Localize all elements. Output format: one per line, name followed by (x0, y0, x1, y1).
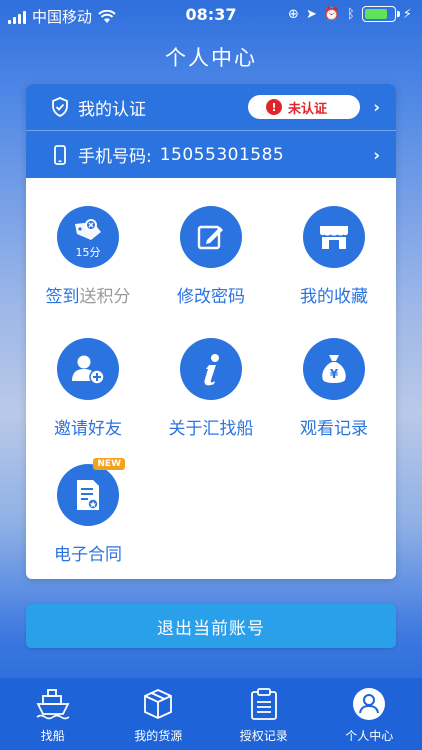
ship-icon (34, 685, 72, 723)
about-item[interactable]: 关于汇找船 (149, 338, 273, 439)
verification-row[interactable]: 我的认证 ! 未认证 › (26, 84, 396, 130)
status-right: ⊕ ➤ ⏰ ᛒ ⚡ (288, 6, 412, 22)
alarm-icon: ⏰ (323, 6, 341, 22)
contract-label: 电子合同 (54, 545, 122, 565)
battery-icon (361, 6, 400, 22)
invite-label: 邀请好友 (54, 419, 122, 439)
charging-icon: ⚡ (402, 6, 412, 22)
chevron-right-icon: › (373, 97, 380, 117)
user-icon (350, 685, 388, 723)
chevron-right-icon: › (373, 145, 380, 164)
contract-item[interactable]: NEW 电子合同 (26, 458, 150, 565)
new-tag: NEW (93, 458, 125, 470)
tab-label: 找船 (40, 729, 65, 743)
tab-label: 个人中心 (345, 729, 394, 743)
shield-icon (50, 97, 70, 117)
favorites-item[interactable]: 我的收藏 (272, 206, 396, 307)
ship-wheel-icon: 15分 (57, 206, 119, 268)
store-icon (303, 206, 365, 268)
add-user-icon (57, 338, 119, 400)
phone-row[interactable]: 手机号码: 15055301585 › (26, 130, 396, 178)
change-password-item[interactable]: 修改密码 (149, 206, 273, 307)
about-label: 关于汇找船 (168, 419, 254, 439)
watch-history-item[interactable]: ¥ 观看记录 (272, 338, 396, 439)
watch-history-label: 观看记录 (300, 419, 368, 439)
tab-my-cargo[interactable]: 我的货源 (106, 678, 212, 750)
tab-find-ship[interactable]: 找船 (0, 678, 106, 750)
invite-item[interactable]: 邀请好友 (26, 338, 150, 439)
verification-status-badge: ! 未认证 (248, 95, 360, 119)
points-badge: 15分 (75, 246, 101, 259)
sign-in-sublabel: 送积分 (79, 287, 131, 307)
box-icon (139, 685, 177, 723)
page-title: 个人中心 (165, 46, 257, 70)
favorites-label: 我的收藏 (300, 287, 368, 307)
tab-personal-center[interactable]: 个人中心 (317, 678, 422, 750)
profile-card: 我的认证 ! 未认证 › 手机号码: 15055301585 › 15分 签到送… (26, 84, 396, 579)
tab-bar: 找船 我的货源 授权记录 个人中心 (0, 678, 422, 750)
change-password-label: 修改密码 (177, 287, 245, 307)
location-icon: ➤ (305, 6, 317, 22)
phone-icon (50, 144, 70, 165)
contract-icon: NEW (57, 458, 125, 526)
tab-label: 授权记录 (239, 729, 288, 743)
tab-authorization-records[interactable]: 授权记录 (211, 678, 317, 750)
phone-label: 手机号码: (78, 147, 152, 167)
bluetooth-icon: ᛒ (347, 6, 355, 22)
edit-icon (180, 206, 242, 268)
info-icon (180, 338, 242, 400)
yuan-symbol: ¥ (330, 367, 339, 381)
clipboard-icon (245, 685, 283, 723)
verification-status-text: 未认证 (288, 101, 328, 117)
tab-label: 我的货源 (134, 729, 183, 743)
money-bag-icon: ¥ (303, 338, 365, 400)
verification-label: 我的认证 (78, 99, 146, 120)
status-bar: 中国移动 08:37 ⊕ ➤ ⏰ ᛒ ⚡ (0, 0, 422, 30)
phone-number: 15055301585 (159, 144, 285, 165)
sign-in-label: 签到 (45, 287, 80, 307)
sign-in-item[interactable]: 15分 签到送积分 (26, 206, 150, 307)
warning-icon: ! (266, 99, 282, 115)
screen-lock-icon: ⊕ (288, 6, 299, 22)
logout-button[interactable]: 退出当前账号 (26, 604, 396, 648)
